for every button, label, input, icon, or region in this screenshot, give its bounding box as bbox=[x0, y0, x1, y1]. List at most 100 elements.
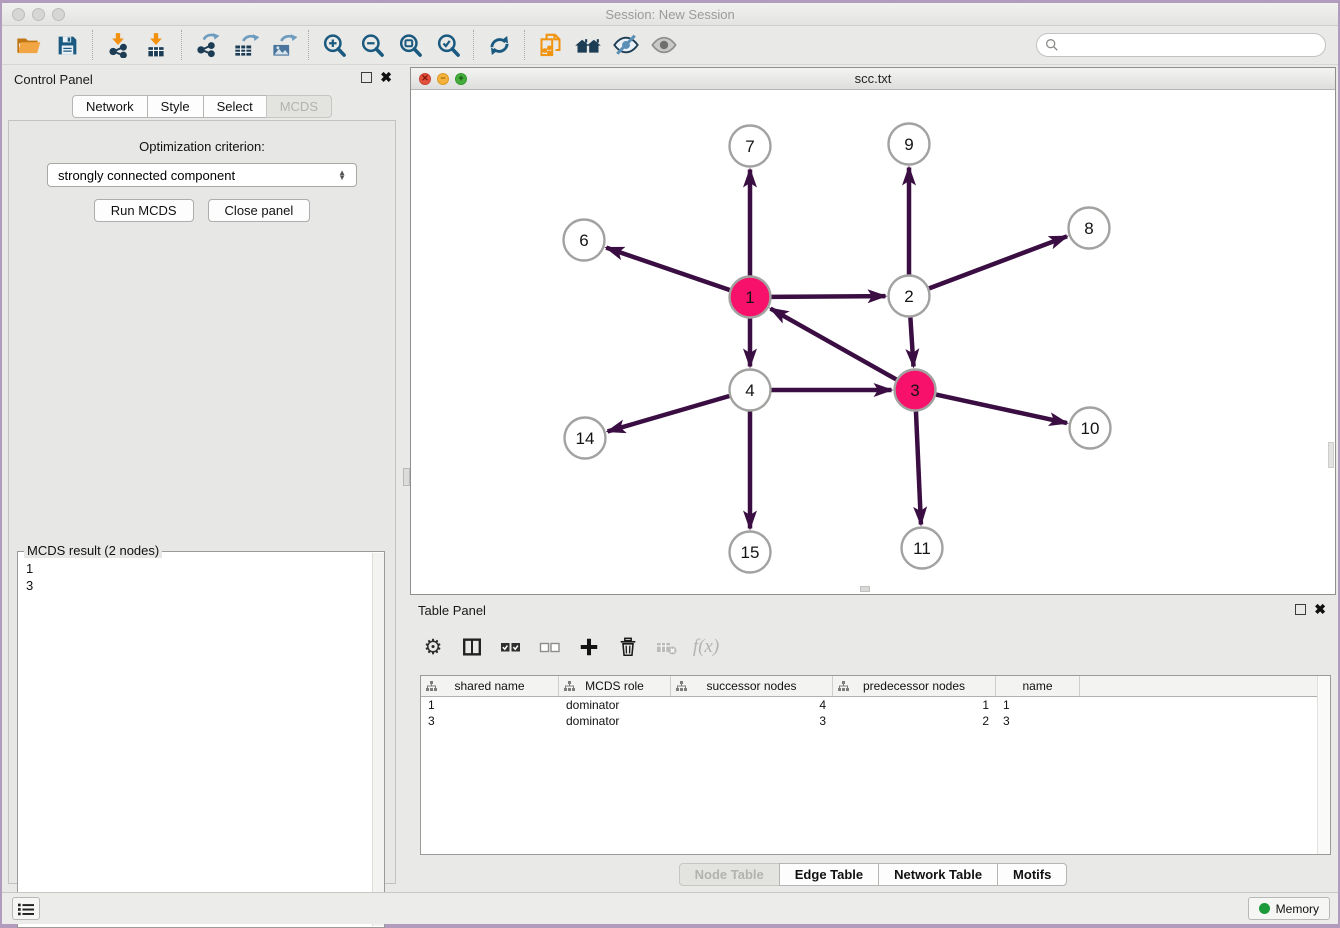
save-session-button[interactable] bbox=[48, 29, 86, 61]
eye-icon bbox=[650, 31, 678, 59]
tab-style[interactable]: Style bbox=[147, 95, 204, 118]
cell-predecessor-nodes[interactable]: 1 bbox=[833, 698, 996, 712]
control-panel-tabs: Network Style Select MCDS bbox=[2, 95, 402, 118]
result-scrollbar[interactable] bbox=[372, 553, 384, 926]
graph-edge-2-8[interactable] bbox=[929, 236, 1067, 288]
table-scrollbar[interactable] bbox=[1317, 676, 1330, 854]
tab-network-table[interactable]: Network Table bbox=[878, 863, 998, 886]
mcds-result-box: MCDS result (2 nodes) 1 3 bbox=[17, 551, 385, 928]
canvas-hscroll-thumb[interactable] bbox=[860, 586, 870, 592]
first-neighbors-button[interactable] bbox=[569, 29, 607, 61]
run-mcds-button[interactable]: Run MCDS bbox=[94, 199, 194, 222]
graph-node-label-7: 7 bbox=[745, 137, 754, 156]
table-row[interactable]: 3 dominator 3 2 3 bbox=[421, 713, 1330, 729]
search-box bbox=[1036, 33, 1326, 57]
graph-edge-3-1[interactable] bbox=[770, 309, 896, 380]
select-all-rows-button[interactable] bbox=[496, 632, 526, 662]
memory-button[interactable]: Memory bbox=[1248, 897, 1330, 920]
new-network-from-selection-button[interactable] bbox=[531, 29, 569, 61]
tab-node-table[interactable]: Node Table bbox=[679, 863, 780, 886]
cell-successor-nodes[interactable]: 3 bbox=[671, 714, 833, 728]
graph-edge-1-2[interactable] bbox=[771, 296, 885, 297]
mcds-panel: Optimization criterion: strongly connect… bbox=[8, 120, 396, 884]
tab-mcds[interactable]: MCDS bbox=[266, 95, 332, 118]
delete-column-button[interactable] bbox=[613, 632, 643, 662]
zoom-out-button[interactable] bbox=[353, 29, 391, 61]
import-table-button[interactable] bbox=[137, 29, 175, 61]
network-graph[interactable]: 1234678910111415 bbox=[411, 90, 1335, 593]
table-tabs: Node Table Edge Table Network Table Moti… bbox=[410, 863, 1336, 886]
table-panel: Table Panel ✖ ⚙ f(x) bbox=[410, 597, 1336, 892]
column-header-shared-name[interactable]: shared name bbox=[421, 676, 559, 696]
main-toolbar bbox=[2, 26, 1338, 65]
zoom-selected-button[interactable] bbox=[429, 29, 467, 61]
graph-node-label-14: 14 bbox=[576, 429, 595, 448]
clone-network-icon bbox=[537, 32, 564, 59]
tab-edge-table[interactable]: Edge Table bbox=[779, 863, 879, 886]
export-network-button[interactable] bbox=[188, 29, 226, 61]
control-panel-title: Control Panel bbox=[14, 72, 93, 87]
export-image-button[interactable] bbox=[264, 29, 302, 61]
show-columns-button[interactable] bbox=[457, 632, 487, 662]
column-header-successor-nodes[interactable]: successor nodes bbox=[671, 676, 833, 696]
criterion-select[interactable]: strongly connected component ▲▼ bbox=[47, 163, 357, 187]
float-table-panel-icon[interactable] bbox=[1295, 604, 1306, 615]
columns-icon bbox=[461, 636, 483, 658]
canvas-vscroll-thumb[interactable] bbox=[1328, 442, 1334, 468]
cell-name[interactable]: 3 bbox=[996, 714, 1080, 728]
export-network-icon bbox=[194, 32, 220, 58]
graph-edge-1-6[interactable] bbox=[606, 248, 729, 290]
function-builder-button[interactable]: f(x) bbox=[691, 632, 721, 662]
table-row[interactable]: 1 dominator 4 1 1 bbox=[421, 697, 1330, 713]
cell-predecessor-nodes[interactable]: 2 bbox=[833, 714, 996, 728]
graph-edge-2-3[interactable] bbox=[910, 317, 913, 366]
network-window-title: scc.txt bbox=[411, 71, 1335, 86]
close-panel-icon[interactable]: ✖ bbox=[380, 72, 392, 83]
network-canvas[interactable]: 1234678910111415 bbox=[411, 90, 1335, 593]
graph-node-label-10: 10 bbox=[1081, 419, 1100, 438]
zoom-in-icon bbox=[321, 32, 348, 59]
cell-mcds-role[interactable]: dominator bbox=[559, 698, 671, 712]
show-task-history-button[interactable] bbox=[12, 897, 40, 920]
float-panel-icon[interactable] bbox=[361, 72, 372, 83]
checked-boxes-icon bbox=[499, 635, 523, 659]
import-network-button[interactable] bbox=[99, 29, 137, 61]
cell-mcds-role[interactable]: dominator bbox=[559, 714, 671, 728]
open-session-button[interactable] bbox=[10, 29, 48, 61]
splitter-handle-icon[interactable] bbox=[403, 468, 410, 486]
graph-edge-4-14[interactable] bbox=[608, 396, 730, 431]
column-header-name[interactable]: name bbox=[996, 676, 1080, 696]
zoom-in-button[interactable] bbox=[315, 29, 353, 61]
export-table-button[interactable] bbox=[226, 29, 264, 61]
graph-edge-3-10[interactable] bbox=[936, 395, 1067, 423]
graph-edge-3-11[interactable] bbox=[916, 411, 921, 524]
search-input[interactable] bbox=[1064, 38, 1317, 53]
tab-network[interactable]: Network bbox=[72, 95, 148, 118]
import-network-icon bbox=[105, 32, 131, 58]
graph-node-label-1: 1 bbox=[745, 288, 754, 307]
apply-layout-button[interactable] bbox=[480, 29, 518, 61]
show-all-button[interactable] bbox=[645, 29, 683, 61]
hide-selected-button[interactable] bbox=[607, 29, 645, 61]
tab-motifs[interactable]: Motifs bbox=[997, 863, 1067, 886]
column-header-predecessor-nodes[interactable]: predecessor nodes bbox=[833, 676, 996, 696]
import-table-icon bbox=[143, 32, 169, 58]
zoom-fit-button[interactable] bbox=[391, 29, 429, 61]
zoom-out-icon bbox=[359, 32, 386, 59]
toolbar-separator bbox=[524, 30, 525, 60]
tab-select[interactable]: Select bbox=[203, 95, 267, 118]
close-panel-button[interactable]: Close panel bbox=[208, 199, 311, 222]
graph-node-label-15: 15 bbox=[741, 543, 760, 562]
toolbar-separator bbox=[473, 30, 474, 60]
cell-successor-nodes[interactable]: 4 bbox=[671, 698, 833, 712]
cell-shared-name[interactable]: 3 bbox=[421, 714, 559, 728]
column-header-mcds-role[interactable]: MCDS role bbox=[559, 676, 671, 696]
deselect-all-rows-button[interactable] bbox=[535, 632, 565, 662]
network-window: ✕ − + scc.txt 1234678910111415 bbox=[410, 67, 1336, 595]
delete-table-button[interactable] bbox=[652, 632, 682, 662]
create-column-button[interactable] bbox=[574, 632, 604, 662]
cell-name[interactable]: 1 bbox=[996, 698, 1080, 712]
close-table-panel-icon[interactable]: ✖ bbox=[1314, 604, 1326, 615]
cell-shared-name[interactable]: 1 bbox=[421, 698, 559, 712]
table-settings-button[interactable]: ⚙ bbox=[418, 632, 448, 662]
